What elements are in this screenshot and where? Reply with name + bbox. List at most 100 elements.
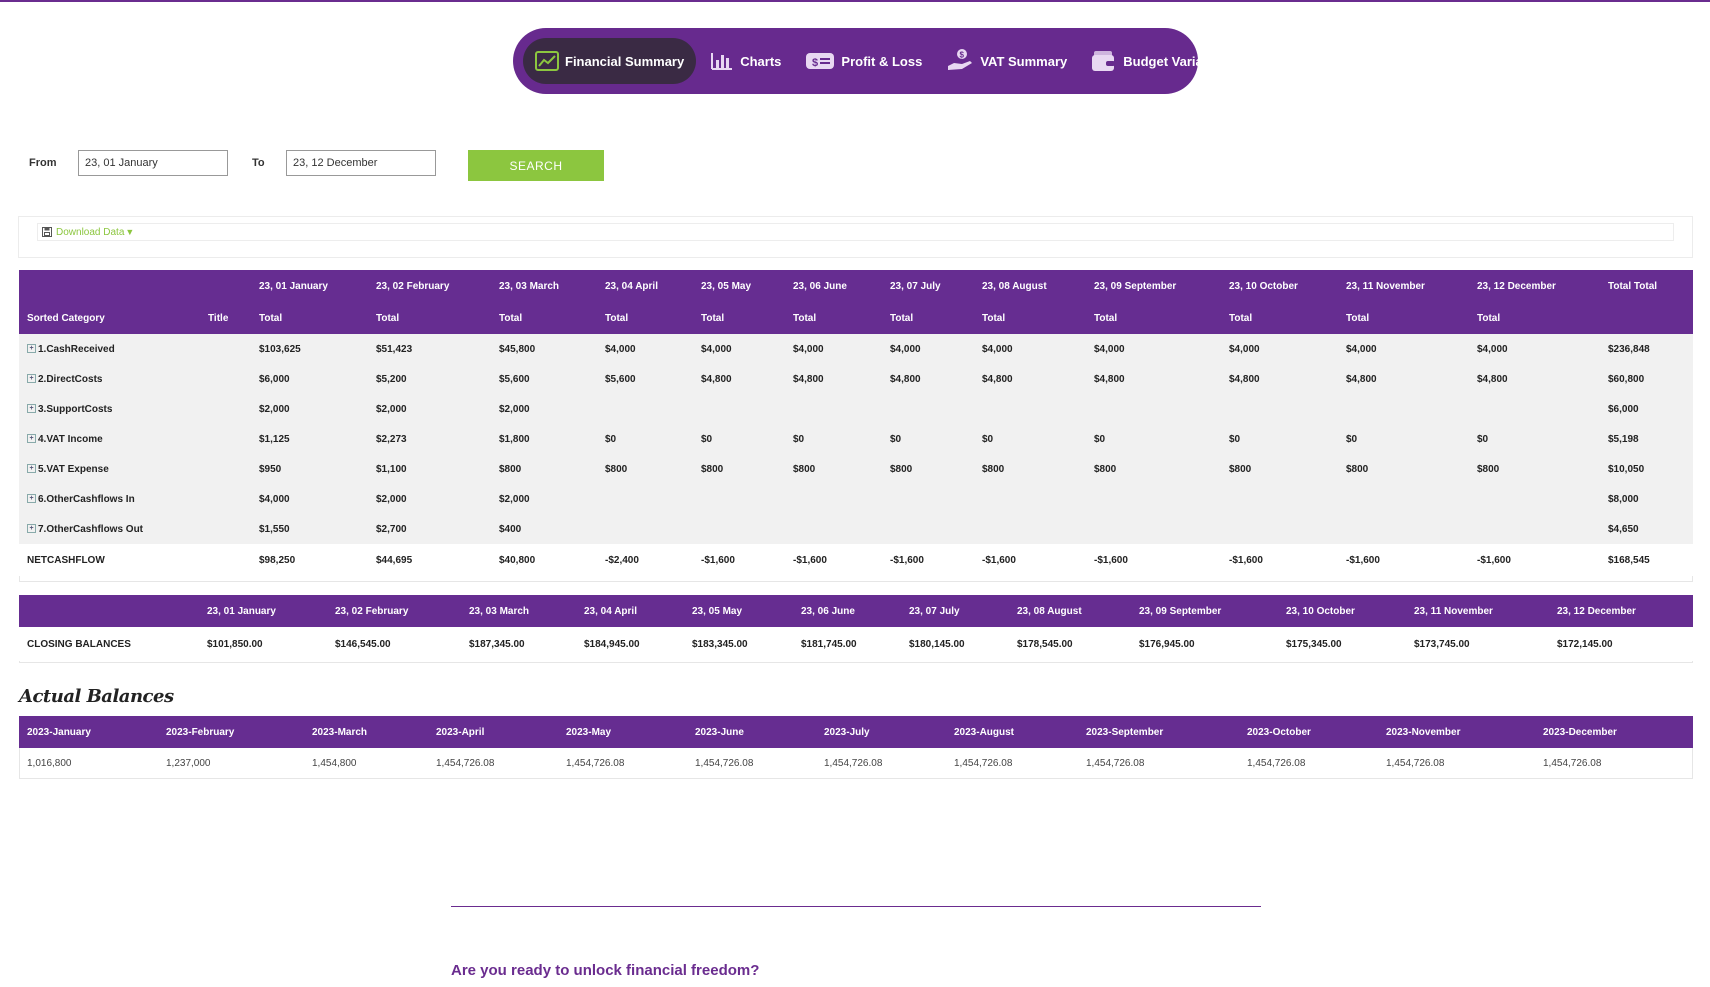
category-label: 7.OtherCashflows Out	[38, 523, 144, 535]
value-cell-text: $2,000	[499, 493, 530, 505]
main-nav: Financial Summary Charts $ Profit & Loss…	[513, 28, 1225, 94]
month-header: 2023-January	[19, 716, 158, 748]
value-cell: $5,600	[597, 364, 693, 394]
expand-icon[interactable]: +	[27, 404, 36, 414]
month-header: 23, 05 May	[693, 270, 785, 302]
row-total-cell: $8,000	[1600, 484, 1693, 514]
value-cell-text: $0	[1346, 433, 1358, 445]
closing-value: $180,145.00	[901, 627, 1009, 661]
value-cell: $400	[491, 514, 597, 544]
row-total-cell-text: $60,800	[1608, 373, 1645, 385]
summary-table: 23, 01 January 23, 02 February 23, 03 Ma…	[19, 270, 1693, 576]
value-cell: -$1,600	[1221, 544, 1338, 576]
month-header: 23, 01 January	[199, 595, 327, 627]
value-cell: $0	[1338, 424, 1469, 454]
summary-header-row-months: 23, 01 January 23, 02 February 23, 03 Ma…	[19, 270, 1693, 302]
value-cell: $4,000	[785, 334, 882, 364]
value-cell	[1221, 394, 1338, 424]
actual-value: 1,454,726.08	[436, 757, 495, 769]
value-cell-text: $800	[982, 463, 1005, 475]
nav-label: Financial Summary	[565, 53, 685, 69]
month-header: 2023-August	[946, 716, 1078, 748]
value-cell	[1338, 484, 1469, 514]
category-cell: +7.OtherCashflows Out	[19, 514, 200, 544]
value-cell-text: $2,000	[376, 493, 407, 505]
footer-cta-heading: Are you ready to unlock financial freedo…	[451, 962, 760, 979]
month-header: 23, 07 July	[882, 270, 974, 302]
value-cell-text: $4,800	[1346, 373, 1377, 385]
nav-profit-loss[interactable]: $ Profit & Loss	[795, 38, 932, 84]
summary-row: +3.SupportCosts $2,000 $2,000 $2,000 $6,000	[19, 394, 1693, 424]
title-cell	[200, 544, 251, 576]
closing-value: $181,745.00	[793, 627, 901, 661]
actual-header-row: 2023-January 2023-February 2023-March 20…	[19, 716, 1693, 748]
nav-financial-summary[interactable]: Financial Summary	[523, 38, 697, 84]
search-button[interactable]: SEARCH	[468, 150, 604, 181]
top-accent-line	[0, 0, 1710, 2]
closing-balances-row: CLOSING BALANCES $101,850.00 $146,545.00…	[19, 627, 1693, 661]
month-header: 2023-April	[428, 716, 558, 748]
save-icon	[42, 227, 52, 237]
value-cell-text: $103,625	[259, 343, 301, 355]
to-date-input[interactable]	[286, 150, 436, 176]
nav-label: Budget Variance	[1123, 53, 1226, 69]
value-cell	[882, 484, 974, 514]
value-cell	[1469, 514, 1600, 544]
expand-icon[interactable]: +	[27, 434, 36, 444]
nav-charts[interactable]: Charts	[700, 38, 791, 84]
row-total-cell-text: $4,650	[1608, 523, 1639, 535]
value-cell-text: $800	[1477, 463, 1500, 475]
value-cell-text: $0	[982, 433, 994, 445]
value-cell-text: $4,800	[701, 373, 732, 385]
value-cell	[785, 484, 882, 514]
value-cell	[597, 514, 693, 544]
value-cell-text: $45,800	[499, 343, 536, 355]
value-cell: $4,800	[1469, 364, 1600, 394]
row-total-cell: $60,800	[1600, 364, 1693, 394]
value-cell: $4,800	[693, 364, 785, 394]
value-cell-text: $6,000	[259, 373, 290, 385]
value-cell: $0	[882, 424, 974, 454]
closing-value: $178,545.00	[1009, 627, 1131, 661]
expand-icon[interactable]: +	[27, 344, 36, 354]
download-data-link[interactable]: Download Data ▼	[37, 223, 1674, 241]
expand-icon[interactable]: +	[27, 524, 36, 534]
month-header: 23, 04 April	[576, 595, 684, 627]
expand-icon[interactable]: +	[27, 374, 36, 384]
actual-value: 1,454,800	[312, 757, 357, 769]
summary-header-row-labels: Sorted Category Title Total Total Total …	[19, 302, 1693, 334]
netcashflow-label-text: NETCASHFLOW	[27, 554, 105, 566]
value-cell: $2,700	[368, 514, 491, 544]
nav-budget-variance[interactable]: Budget Variance	[1081, 38, 1235, 84]
expand-icon[interactable]: +	[27, 494, 36, 504]
month-header: 2023-June	[687, 716, 816, 748]
month-header: 2023-July	[816, 716, 946, 748]
value-cell: $0	[1221, 424, 1338, 454]
closing-balances-label: CLOSING BALANCES	[19, 627, 199, 661]
value-cell	[693, 484, 785, 514]
total-header: Total	[491, 302, 597, 334]
value-cell	[785, 394, 882, 424]
value-cell: $800	[785, 454, 882, 484]
month-header: 23, 04 April	[597, 270, 693, 302]
title-header[interactable]: Title	[200, 302, 251, 334]
total-header: Total	[1221, 302, 1338, 334]
value-cell-text: $4,800	[890, 373, 921, 385]
row-total-cell: $168,545	[1600, 544, 1693, 576]
nav-vat-summary[interactable]: $ VAT Summary	[936, 38, 1077, 84]
actual-balances-title: Actual Balances	[19, 686, 174, 707]
closing-value: $172,145.00	[1549, 627, 1693, 661]
value-cell: $1,125	[251, 424, 368, 454]
value-cell	[1338, 394, 1469, 424]
expand-icon[interactable]: +	[27, 464, 36, 474]
row-total-cell: $10,050	[1600, 454, 1693, 484]
value-cell-text: $950	[259, 463, 282, 475]
value-cell-text: $5,600	[499, 373, 530, 385]
from-date-input[interactable]	[78, 150, 228, 176]
category-cell: +5.VAT Expense	[19, 454, 200, 484]
sorted-category-header[interactable]: Sorted Category	[19, 302, 200, 334]
total-header: Total	[1469, 302, 1600, 334]
month-header: 23, 08 August	[974, 270, 1086, 302]
value-cell-text: $800	[1094, 463, 1117, 475]
closing-value: $101,850.00	[199, 627, 327, 661]
